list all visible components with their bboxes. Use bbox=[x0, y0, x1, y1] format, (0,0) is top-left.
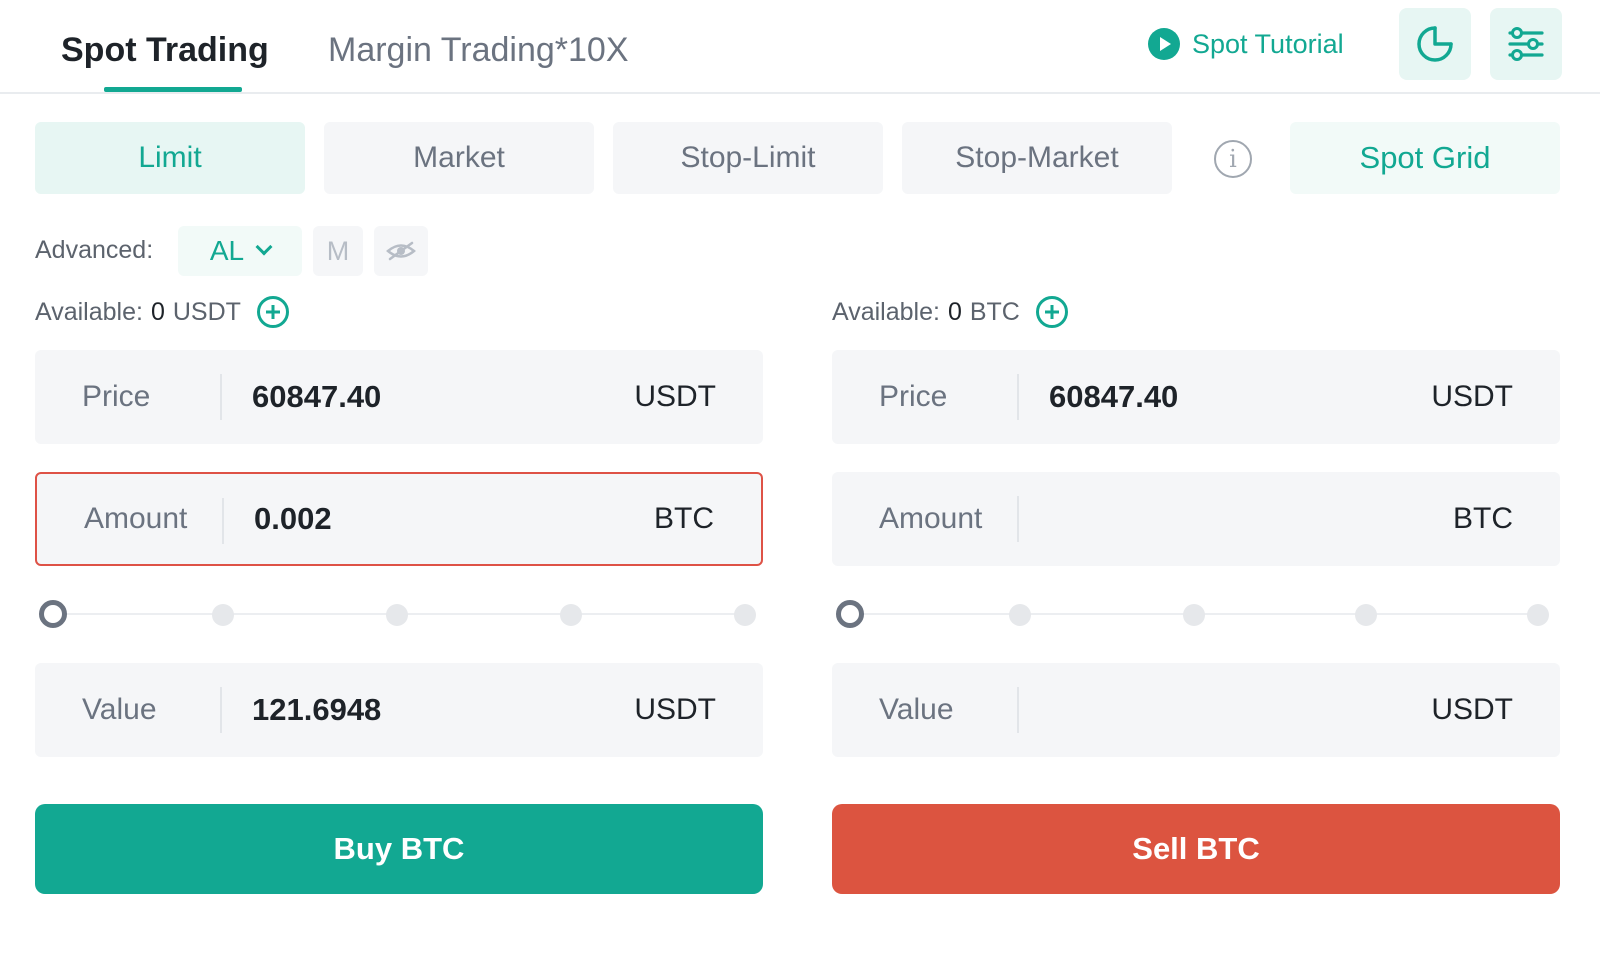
active-tab-indicator bbox=[104, 87, 242, 92]
spot-grid-button[interactable]: Spot Grid bbox=[1290, 122, 1560, 194]
settings-sliders-icon bbox=[1508, 27, 1544, 61]
sell-amount-slider[interactable] bbox=[836, 599, 1549, 629]
settings-button[interactable] bbox=[1490, 8, 1562, 80]
slider-step-50[interactable] bbox=[1183, 604, 1205, 626]
buy-amount-slider[interactable] bbox=[39, 599, 756, 629]
pie-chart-button[interactable] bbox=[1399, 8, 1471, 80]
slider-step-25[interactable] bbox=[212, 604, 234, 626]
sell-price-value: 60847.40 bbox=[1049, 379, 1179, 414]
sell-amount-field[interactable]: Amount BTC bbox=[832, 472, 1560, 566]
sell-available: Available: 0 BTC bbox=[832, 296, 1068, 328]
tab-margin-trading[interactable]: Margin Trading*10X bbox=[328, 30, 629, 70]
field-divider bbox=[1017, 687, 1019, 733]
buy-value-unit: USDT bbox=[634, 693, 716, 726]
advanced-label: Advanced: bbox=[35, 236, 154, 264]
hidden-order-toggle[interactable] bbox=[374, 226, 428, 276]
advanced-al-value: AL bbox=[209, 235, 245, 266]
sell-price-label: Price bbox=[879, 380, 948, 413]
buy-available-unit: USDT bbox=[172, 297, 241, 326]
slider-step-25[interactable] bbox=[1009, 604, 1031, 626]
sell-available-unit: BTC bbox=[969, 297, 1020, 326]
buy-amount-unit: BTC bbox=[654, 502, 714, 535]
top-tab-bar: Spot Trading Margin Trading*10X Spot Tut… bbox=[0, 0, 1600, 94]
advanced-al-dropdown[interactable]: AL bbox=[178, 226, 302, 276]
field-divider bbox=[1017, 496, 1019, 542]
order-type-market[interactable]: Market bbox=[324, 122, 594, 194]
eye-slash-icon bbox=[386, 241, 416, 261]
field-divider bbox=[1017, 374, 1019, 420]
sell-available-value: 0 bbox=[947, 297, 962, 326]
chevron-down-icon bbox=[255, 238, 273, 256]
buy-price-unit: USDT bbox=[634, 380, 716, 413]
buy-price-value: 60847.40 bbox=[252, 379, 382, 414]
order-type-limit[interactable]: Limit bbox=[35, 122, 305, 194]
play-icon bbox=[1148, 28, 1180, 60]
buy-amount-label: Amount bbox=[84, 502, 188, 535]
buy-available-label: Available: bbox=[35, 297, 143, 326]
spot-tutorial-link[interactable]: Spot Tutorial bbox=[1148, 26, 1344, 62]
buy-btc-button[interactable]: Buy BTC bbox=[35, 804, 763, 894]
sell-value-field[interactable]: Value USDT bbox=[832, 663, 1560, 757]
sell-available-label: Available: bbox=[832, 297, 940, 326]
add-funds-plus-icon[interactable] bbox=[1035, 296, 1068, 328]
slider-handle[interactable] bbox=[836, 600, 864, 628]
tab-spot-trading[interactable]: Spot Trading bbox=[61, 30, 269, 70]
buy-value-label: Value bbox=[82, 693, 157, 726]
sell-btc-button[interactable]: Sell BTC bbox=[832, 804, 1560, 894]
info-icon[interactable]: i bbox=[1214, 140, 1252, 178]
field-divider bbox=[220, 374, 222, 420]
sell-price-field[interactable]: Price 60847.40 USDT bbox=[832, 350, 1560, 444]
slider-step-100[interactable] bbox=[734, 604, 756, 626]
buy-available-value: 0 bbox=[150, 297, 165, 326]
buy-value-value: 121.6948 bbox=[252, 692, 382, 727]
slider-step-50[interactable] bbox=[386, 604, 408, 626]
order-type-stop-market[interactable]: Stop-Market bbox=[902, 122, 1172, 194]
slider-step-100[interactable] bbox=[1527, 604, 1549, 626]
field-divider bbox=[222, 498, 224, 544]
add-funds-plus-icon[interactable] bbox=[256, 296, 289, 328]
pie-chart-icon bbox=[1417, 26, 1453, 62]
order-type-stop-limit[interactable]: Stop-Limit bbox=[613, 122, 883, 194]
sell-amount-unit: BTC bbox=[1453, 502, 1513, 535]
slider-handle[interactable] bbox=[39, 600, 67, 628]
slider-step-75[interactable] bbox=[560, 604, 582, 626]
sell-value-label: Value bbox=[879, 693, 954, 726]
field-divider bbox=[220, 687, 222, 733]
buy-price-field[interactable]: Price 60847.40 USDT bbox=[35, 350, 763, 444]
sell-value-unit: USDT bbox=[1431, 693, 1513, 726]
buy-price-label: Price bbox=[82, 380, 151, 413]
advanced-m-button[interactable]: M bbox=[313, 226, 363, 276]
buy-amount-value: 0.002 bbox=[254, 501, 332, 536]
sell-price-unit: USDT bbox=[1431, 380, 1513, 413]
buy-value-field[interactable]: Value 121.6948 USDT bbox=[35, 663, 763, 757]
spot-tutorial-label: Spot Tutorial bbox=[1192, 28, 1344, 59]
sell-amount-label: Amount bbox=[879, 502, 983, 535]
buy-amount-field[interactable]: Amount 0.002 BTC bbox=[35, 472, 763, 566]
buy-available: Available: 0 USDT bbox=[35, 296, 289, 328]
slider-step-75[interactable] bbox=[1355, 604, 1377, 626]
